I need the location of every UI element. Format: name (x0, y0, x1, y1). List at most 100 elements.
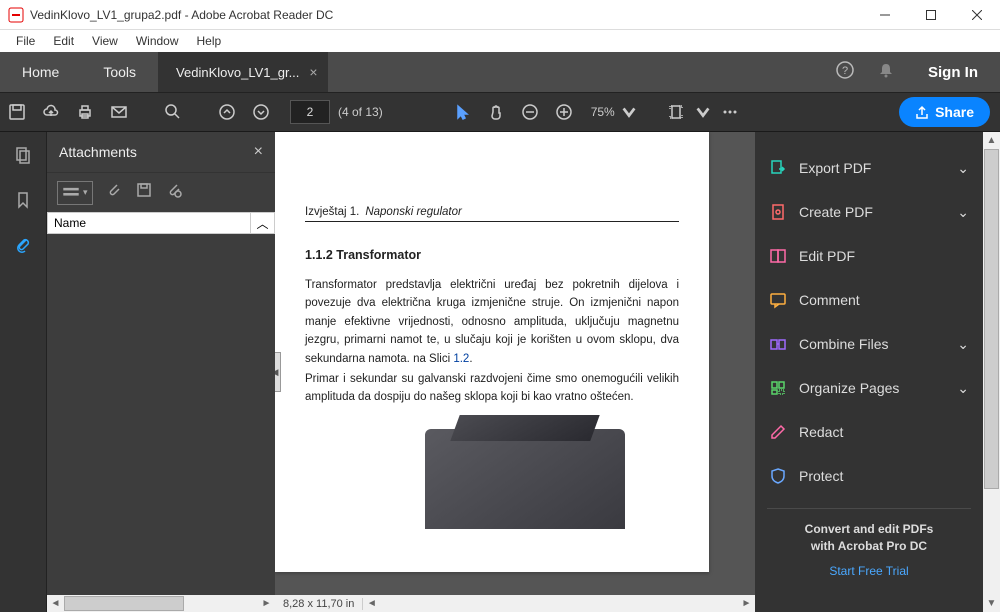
tab-home[interactable]: Home (0, 52, 81, 92)
attachments-table: Name ︿ (47, 212, 275, 234)
menu-edit[interactable]: Edit (45, 32, 82, 50)
tool-comment[interactable]: Comment (755, 278, 983, 322)
tool-export-pdf[interactable]: Export PDF⌄ (755, 146, 983, 190)
content-area: Attachments × ▾ Name ︿ ◄ ► (0, 132, 1000, 612)
mail-icon[interactable] (102, 92, 136, 132)
page-number-input[interactable] (290, 100, 330, 124)
status-bar: 8,28 x 11,70 in ◄ ► (275, 595, 755, 612)
left-rail (0, 132, 47, 612)
titlebar: VedinKlovo_LV1_grupa2.pdf - Adobe Acroba… (0, 0, 1000, 30)
toolbar: (4 of 13) 75% Share (0, 92, 1000, 132)
open-attachment-icon[interactable] (105, 181, 123, 204)
menu-file[interactable]: File (8, 32, 43, 50)
zoom-level: 75% (591, 105, 615, 119)
tool-edit-pdf[interactable]: Edit PDF (755, 234, 983, 278)
tool-protect[interactable]: Protect (755, 454, 983, 498)
menubar: File Edit View Window Help (0, 30, 1000, 52)
panel-collapse-handle[interactable]: ◀ (275, 352, 281, 392)
save-icon[interactable] (0, 92, 34, 132)
menu-view[interactable]: View (84, 32, 126, 50)
column-name[interactable]: Name (48, 213, 250, 233)
chevron-down-icon: ⌄ (957, 204, 969, 221)
column-sort-icon[interactable]: ︿ (250, 213, 274, 233)
share-label: Share (935, 104, 974, 120)
add-attachment-icon[interactable] (165, 181, 183, 204)
attachments-title: Attachments (59, 144, 137, 160)
doc-scroll-left-icon[interactable]: ◄ (363, 595, 380, 612)
vscroll-thumb[interactable] (984, 149, 999, 489)
thumbnails-icon[interactable] (14, 146, 32, 169)
attachments-panel: Attachments × ▾ Name ︿ ◄ ► (47, 132, 275, 612)
promo-subtitle: with Acrobat Pro DC (775, 538, 963, 555)
scroll-down-icon[interactable]: ▼ (983, 595, 1000, 612)
zoom-dropdown-icon[interactable] (619, 92, 639, 132)
page-count-label: (4 of 13) (338, 105, 383, 119)
paragraph-1: Transformator predstavlja električni ure… (305, 276, 679, 368)
right-panel: Export PDF⌄ Create PDF⌄ Edit PDF Comment… (755, 132, 983, 612)
promo-link[interactable]: Start Free Trial (775, 563, 963, 580)
tool-create-pdf[interactable]: Create PDF⌄ (755, 190, 983, 234)
tool-combine-files[interactable]: Combine Files⌄ (755, 322, 983, 366)
doc-scroll-right-icon[interactable]: ► (738, 595, 755, 612)
scroll-right-icon[interactable]: ► (258, 595, 275, 612)
share-button[interactable]: Share (899, 97, 990, 127)
figure-ref-link[interactable]: 1.2 (453, 353, 469, 365)
page-down-icon[interactable] (244, 92, 278, 132)
bookmarks-icon[interactable] (14, 191, 32, 214)
chevron-down-icon: ⌄ (957, 336, 969, 353)
document-hscrollbar[interactable]: ◄ ► (363, 595, 755, 612)
running-head-left: Izvještaj 1. (305, 206, 359, 218)
chevron-down-icon: ⌄ (957, 160, 969, 177)
tab-tools[interactable]: Tools (81, 52, 158, 92)
document-view: Izvještaj 1. Naponski regulator 1.1.2 Tr… (275, 132, 755, 612)
running-head-right: Naponski regulator (365, 206, 462, 218)
svg-text:?: ? (842, 65, 848, 77)
right-vscrollbar[interactable]: ▲ ▼ (983, 132, 1000, 612)
scroll-thumb[interactable] (64, 596, 184, 611)
tab-document-label: VedinKlovo_LV1_gr... (176, 65, 299, 80)
fit-page-icon[interactable] (659, 92, 693, 132)
zoom-in-icon[interactable] (547, 92, 581, 132)
scroll-left-icon[interactable]: ◄ (47, 595, 64, 612)
fit-dropdown-icon[interactable] (693, 92, 713, 132)
page: Izvještaj 1. Naponski regulator 1.1.2 Tr… (275, 132, 709, 572)
more-tools-icon[interactable] (713, 92, 747, 132)
tab-close-icon[interactable]: × (309, 64, 317, 80)
minimize-button[interactable] (862, 0, 908, 30)
cursor-icon[interactable] (445, 92, 479, 132)
attachment-options-icon[interactable]: ▾ (57, 181, 93, 205)
share-icon (915, 105, 929, 119)
cloud-upload-icon[interactable] (34, 92, 68, 132)
promo-box: Convert and edit PDFs with Acrobat Pro D… (755, 513, 983, 579)
document-scroll[interactable]: Izvještaj 1. Naponski regulator 1.1.2 Tr… (275, 132, 755, 595)
tool-organize-pages[interactable]: Organize Pages⌄ (755, 366, 983, 410)
save-attachment-icon[interactable] (135, 181, 153, 204)
search-icon[interactable] (156, 92, 190, 132)
attachments-body (47, 234, 275, 595)
print-icon[interactable] (68, 92, 102, 132)
app-icon (8, 7, 24, 23)
hand-icon[interactable] (479, 92, 513, 132)
menu-help[interactable]: Help (189, 32, 230, 50)
transformer-image (425, 429, 625, 529)
maximize-button[interactable] (908, 0, 954, 30)
chevron-down-icon: ⌄ (957, 380, 969, 397)
menu-window[interactable]: Window (128, 32, 187, 50)
tab-document[interactable]: VedinKlovo_LV1_gr... × (158, 52, 328, 92)
attachments-close-icon[interactable]: × (254, 143, 263, 161)
page-dimensions: 8,28 x 11,70 in (275, 598, 363, 610)
close-button[interactable] (954, 0, 1000, 30)
help-icon[interactable]: ? (824, 61, 866, 84)
page-up-icon[interactable] (210, 92, 244, 132)
bell-icon[interactable] (866, 62, 906, 83)
section-heading: 1.1.2 Transformator (305, 248, 679, 262)
tool-redact[interactable]: Redact (755, 410, 983, 454)
attachments-icon[interactable] (14, 236, 32, 259)
paragraph-2: Primar i sekundar su galvanski razdvojen… (305, 370, 679, 407)
zoom-out-icon[interactable] (513, 92, 547, 132)
attachments-hscrollbar[interactable]: ◄ ► (47, 595, 275, 612)
window-title: VedinKlovo_LV1_grupa2.pdf - Adobe Acroba… (30, 8, 862, 22)
scroll-up-icon[interactable]: ▲ (983, 132, 1000, 149)
sign-in-button[interactable]: Sign In (906, 64, 1000, 81)
tabstrip: Home Tools VedinKlovo_LV1_gr... × ? Sign… (0, 52, 1000, 92)
